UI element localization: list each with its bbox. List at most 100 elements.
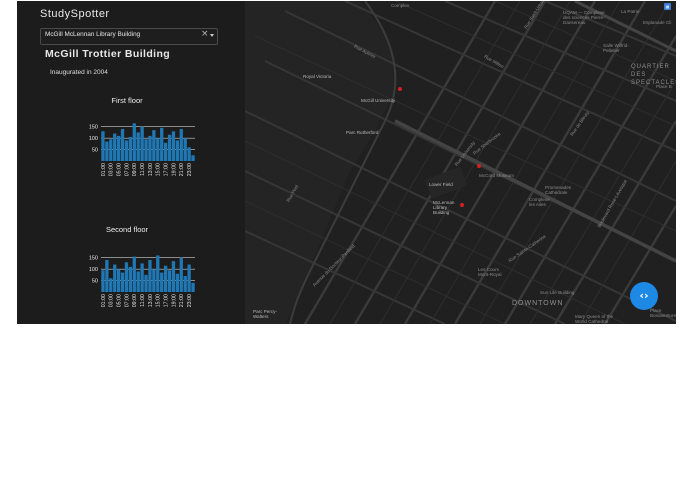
chart-bar bbox=[148, 260, 152, 292]
map-label: La Patrie bbox=[621, 9, 640, 14]
x-tick-label: 19:00 bbox=[171, 294, 177, 307]
chart-bar bbox=[175, 140, 180, 161]
chart-bar bbox=[101, 131, 105, 161]
chart-bar bbox=[124, 262, 129, 292]
chart-bar bbox=[132, 256, 136, 292]
y-tick-label: 150 bbox=[89, 256, 98, 262]
chart-bar bbox=[113, 264, 117, 292]
x-tick-label: 15:00 bbox=[156, 294, 162, 307]
chart-bar bbox=[187, 264, 191, 292]
map-label: Parc Rutherford bbox=[346, 130, 379, 135]
x-tick-label: 03:00 bbox=[109, 163, 115, 176]
x-tick-label: 19:00 bbox=[171, 163, 177, 176]
x-tick-label: 17:00 bbox=[163, 163, 169, 176]
chart-bar bbox=[120, 272, 125, 292]
chart-bar bbox=[136, 132, 140, 161]
chart-bar bbox=[179, 129, 183, 161]
chart-bar bbox=[167, 270, 172, 292]
chart-bar bbox=[120, 129, 125, 161]
x-tick-label: 01:00 bbox=[101, 163, 107, 176]
chart-bar bbox=[105, 260, 109, 292]
chevron-down-icon[interactable] bbox=[210, 34, 214, 37]
map-label: UQAM — Complexe des sciences Pierre-Dans… bbox=[563, 10, 605, 25]
y-tick-label: 100 bbox=[89, 267, 98, 273]
map-label: Salle Wilfrid-Pelletier bbox=[603, 43, 629, 53]
x-tick-label: 05:00 bbox=[116, 294, 122, 307]
chart-bar bbox=[128, 266, 133, 292]
map-label: Complex bbox=[391, 3, 410, 8]
chart-bar bbox=[124, 140, 129, 161]
x-tick-label: 03:00 bbox=[109, 294, 115, 307]
chart-bar bbox=[144, 139, 148, 161]
map-label: McCord Museum bbox=[479, 173, 514, 178]
chart-bar bbox=[187, 147, 191, 161]
chart-title-second-floor: Second floor bbox=[105, 225, 149, 234]
chart-bar bbox=[116, 135, 121, 161]
x-tick-label: 01:00 bbox=[101, 294, 107, 307]
map-marker[interactable] bbox=[398, 87, 402, 91]
chart-bar bbox=[156, 255, 160, 292]
clear-icon[interactable]: × bbox=[201, 29, 209, 39]
y-tick-label: 100 bbox=[89, 136, 98, 142]
chart-bar bbox=[171, 131, 176, 161]
map-label: Les Cours Mont-Royal bbox=[478, 267, 502, 277]
map-label: Parc Percy-Walters bbox=[253, 309, 277, 319]
x-tick-label: 21:00 bbox=[179, 163, 185, 176]
building-name: McGill Trottier Building bbox=[45, 48, 171, 60]
map-label: Sun Life Building bbox=[540, 290, 575, 295]
chart-bar bbox=[160, 272, 164, 292]
sidebar: StudySpotter McGill McLennan Library Bui… bbox=[17, 1, 245, 324]
x-tick-label: 13:00 bbox=[148, 163, 154, 176]
chart-bar bbox=[175, 273, 180, 292]
second-floor-chart: 50 100 150 01:00 03:00 05:00 07:00 09:00 11:00 13… bbox=[89, 255, 195, 307]
chart-bar bbox=[167, 134, 172, 161]
chart-bar bbox=[105, 141, 109, 161]
chart-bar bbox=[191, 155, 195, 161]
map-label: Place B bbox=[656, 84, 672, 89]
app-window: StudySpotter McGill McLennan Library Bui… bbox=[17, 1, 676, 324]
chart-bar bbox=[156, 138, 160, 161]
map-view[interactable]: Royal Victoria McGill University Parc Ru… bbox=[245, 1, 676, 324]
chart-bar bbox=[152, 130, 156, 161]
x-tick-label: 11:00 bbox=[140, 294, 146, 307]
chart-bar bbox=[163, 142, 168, 161]
x-tick-label: 09:00 bbox=[132, 163, 138, 176]
chart-bar bbox=[140, 126, 144, 161]
map-marker[interactable] bbox=[477, 164, 481, 168]
chart-bar bbox=[179, 257, 183, 292]
chart-bar bbox=[136, 271, 140, 292]
map-label: McLennan Library Building bbox=[433, 200, 455, 215]
map-label: Place Bonaventure bbox=[650, 308, 676, 318]
map-label: Promenades Cathédrale bbox=[545, 185, 572, 195]
app-title: StudySpotter bbox=[40, 8, 110, 20]
map-label: Royal Victoria bbox=[303, 74, 332, 79]
chart-bar bbox=[128, 137, 133, 161]
chart-bar bbox=[183, 138, 187, 161]
x-tick-label: 05:00 bbox=[116, 163, 122, 176]
chart-bar bbox=[101, 270, 105, 292]
chart-title-first-floor: First floor bbox=[111, 96, 143, 105]
x-tick-label: 15:00 bbox=[156, 163, 162, 176]
x-tick-label: 11:00 bbox=[140, 163, 146, 176]
chart-bar bbox=[109, 139, 113, 161]
building-select-value: McGill McLennan Library Building bbox=[45, 31, 141, 38]
x-tick-label: 23:00 bbox=[187, 294, 193, 307]
chart-bar bbox=[132, 123, 136, 161]
collapse-toggle-button[interactable]: ‹› bbox=[630, 282, 658, 310]
inaugurated-text: Inaugurated in 2004 bbox=[50, 69, 108, 76]
chart-bar bbox=[109, 278, 113, 292]
x-tick-label: 07:00 bbox=[124, 294, 130, 307]
chart-bar bbox=[140, 263, 144, 292]
chart-bar bbox=[163, 265, 168, 292]
y-tick-label: 50 bbox=[92, 279, 98, 285]
x-tick-label: 13:00 bbox=[148, 294, 154, 307]
building-select[interactable]: McGill McLennan Library Building × bbox=[40, 28, 218, 45]
x-tick-label: 17:00 bbox=[163, 294, 169, 307]
chart-bar bbox=[148, 135, 152, 161]
y-tick-label: 50 bbox=[92, 148, 98, 154]
chart-bar bbox=[144, 274, 148, 292]
chart-bar bbox=[152, 269, 156, 292]
map-label: Complexe les Ailes bbox=[529, 197, 550, 207]
attribution-badge[interactable]: ▦ bbox=[664, 3, 671, 10]
chart-bar bbox=[171, 261, 176, 292]
